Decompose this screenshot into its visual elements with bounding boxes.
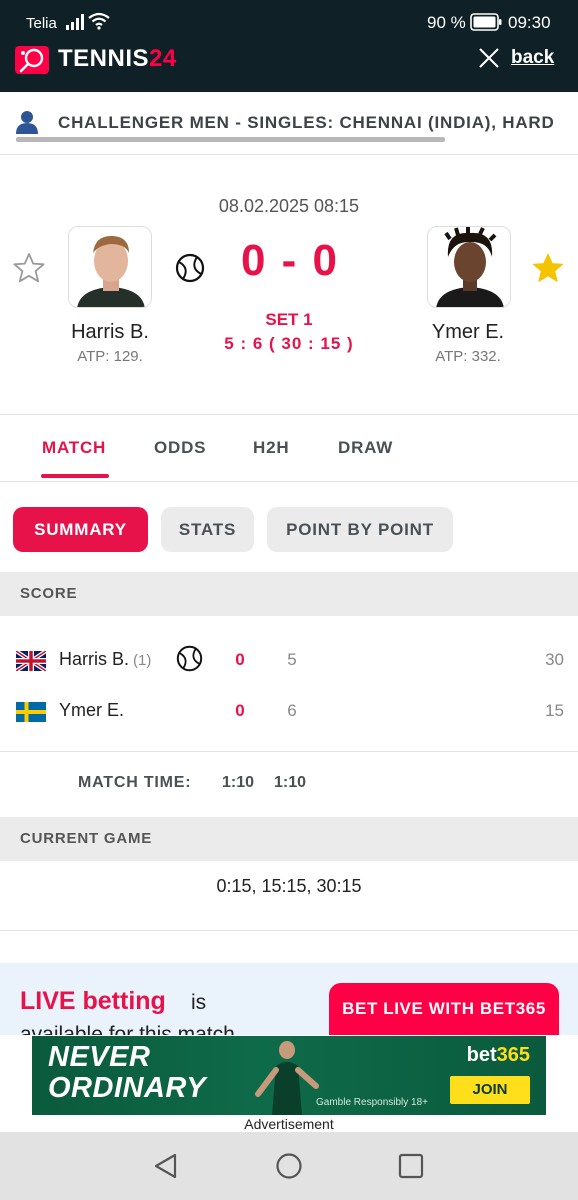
advertisement-area: NEVER ORDINARY bet365 JOIN Gamble Respon… xyxy=(0,1035,578,1132)
player-photo-home[interactable] xyxy=(68,226,152,308)
serving-ball-icon xyxy=(175,253,205,283)
status-clock: 09:30 xyxy=(508,13,551,32)
logo-text-num: 24 xyxy=(149,45,177,72)
current-game-progression: 0:15, 15:15, 30:15 xyxy=(216,876,362,896)
sets-won: 0 xyxy=(235,701,245,720)
battery-percent: 90 % xyxy=(427,13,466,32)
app-header: TENNIS24 back xyxy=(0,44,578,92)
game-points: 15 xyxy=(545,701,564,720)
match-time-total: 1:10 xyxy=(222,774,255,791)
back-link[interactable]: back xyxy=(511,47,554,69)
player-seed: (1) xyxy=(133,652,152,669)
current-set-label: SET 1 xyxy=(265,310,313,329)
app-logo[interactable]: TENNIS24 xyxy=(58,45,177,73)
system-nav-bar xyxy=(0,1132,578,1200)
set1-games: 6 xyxy=(287,701,297,720)
sets-won: 0 xyxy=(235,650,245,669)
battery-icon xyxy=(470,13,502,31)
bet-live-button[interactable]: BET LIVE WITH BET365 xyxy=(329,983,559,1035)
player-name-home[interactable]: Harris B. xyxy=(30,321,190,344)
main-tabs: MATCH ODDS H2H DRAW xyxy=(0,416,578,482)
score-player-name: Ymer E. xyxy=(59,700,125,720)
subtab-point-by-point[interactable]: POINT BY POINT xyxy=(267,507,453,552)
advertisement-label: Advertisement xyxy=(244,1116,334,1132)
score-player-name: Harris B. (1) xyxy=(59,649,151,670)
tab-match[interactable]: MATCH xyxy=(42,438,106,458)
match-time-set1: 1:10 xyxy=(274,774,307,791)
tab-draw[interactable]: DRAW xyxy=(338,438,393,458)
game-points: 30 xyxy=(545,650,564,669)
match-time-label: MATCH TIME: xyxy=(78,774,192,791)
serving-ball-icon xyxy=(176,645,203,672)
player-rank-away: ATP: 332. xyxy=(435,348,501,365)
wifi-icon xyxy=(88,12,110,30)
player-name-away[interactable]: Ymer E. xyxy=(388,321,548,344)
avatar xyxy=(69,227,151,307)
current-game-title: CURRENT GAME xyxy=(20,830,153,847)
ad-brand-num: 365 xyxy=(496,1044,530,1066)
sweden-flag-icon xyxy=(16,702,46,722)
match-datetime: 08.02.2025 08:15 xyxy=(218,196,360,216)
subtab-summary[interactable]: SUMMARY xyxy=(13,507,148,552)
promo-text-line2: available for this match xyxy=(20,1023,235,1035)
score-section-header: SCORE xyxy=(0,572,578,616)
tournament-name[interactable]: CHALLENGER MEN - SINGLES: CHENNAI (INDIA… xyxy=(58,113,555,133)
player-rank-home: ATP: 129. xyxy=(77,348,143,365)
ad-join-button[interactable]: JOIN xyxy=(450,1076,530,1104)
ad-headline-line1: NEVER xyxy=(48,1041,151,1073)
close-icon[interactable] xyxy=(477,46,501,70)
tab-h2h[interactable]: H2H xyxy=(253,438,289,458)
score-row-away[interactable]: Ymer E. 0 6 15 xyxy=(0,692,578,732)
promo-text: is xyxy=(191,991,207,1014)
divider xyxy=(0,930,578,931)
tab-odds[interactable]: ODDS xyxy=(154,438,206,458)
current-game-score: 5 : 6 ( 30 : 15 ) xyxy=(224,334,354,353)
ad-brand: bet365 xyxy=(467,1044,530,1067)
divider xyxy=(0,751,578,752)
score-row-home[interactable]: Harris B. (1) 0 5 30 xyxy=(0,641,578,681)
ad-banner[interactable]: NEVER ORDINARY bet365 JOIN Gamble Respon… xyxy=(32,1036,546,1115)
set1-games: 5 xyxy=(287,650,297,669)
subtab-stats[interactable]: STATS xyxy=(161,507,254,552)
current-game-section-header: CURRENT GAME xyxy=(0,817,578,861)
player-photo-away[interactable] xyxy=(427,226,511,308)
ad-headline-line2: ORDINARY xyxy=(48,1072,207,1104)
carrier-label: Telia xyxy=(26,15,57,32)
promo-live-label: LIVE betting xyxy=(20,987,166,1015)
person-icon xyxy=(16,111,38,134)
score-section-title: SCORE xyxy=(20,585,78,602)
ad-headline: NEVER ORDINARY xyxy=(48,1042,206,1104)
favorite-star-icon-away[interactable] xyxy=(532,252,564,284)
avatar xyxy=(428,227,510,307)
horizontal-scrollbar[interactable] xyxy=(16,137,445,142)
divider xyxy=(0,414,578,415)
home-circle-icon[interactable] xyxy=(275,1152,303,1180)
recents-square-icon[interactable] xyxy=(397,1152,425,1180)
tennis24-logo-icon xyxy=(15,46,49,74)
ad-disclaimer: Gamble Responsibly 18+ xyxy=(316,1097,429,1108)
tournament-row[interactable]: CHALLENGER MEN - SINGLES: CHENNAI (INDIA… xyxy=(0,92,578,154)
status-bar: Telia 90 % 09:30 xyxy=(0,0,578,44)
uk-flag-icon xyxy=(16,651,46,671)
active-tab-indicator xyxy=(41,474,109,478)
back-triangle-icon[interactable] xyxy=(152,1152,180,1180)
live-betting-promo: LIVE betting is available for this match… xyxy=(0,963,578,1035)
ad-brand-main: bet xyxy=(466,1044,497,1066)
favorite-star-icon-home[interactable] xyxy=(13,252,45,284)
signal-icon xyxy=(66,14,84,30)
divider xyxy=(0,154,578,155)
logo-text-main: TENNIS xyxy=(58,45,150,72)
score-player-name-text: Harris B. xyxy=(59,649,130,669)
match-time-row: MATCH TIME: 1:10 1:10 xyxy=(0,766,578,796)
match-score: 0 - 0 xyxy=(240,236,340,285)
